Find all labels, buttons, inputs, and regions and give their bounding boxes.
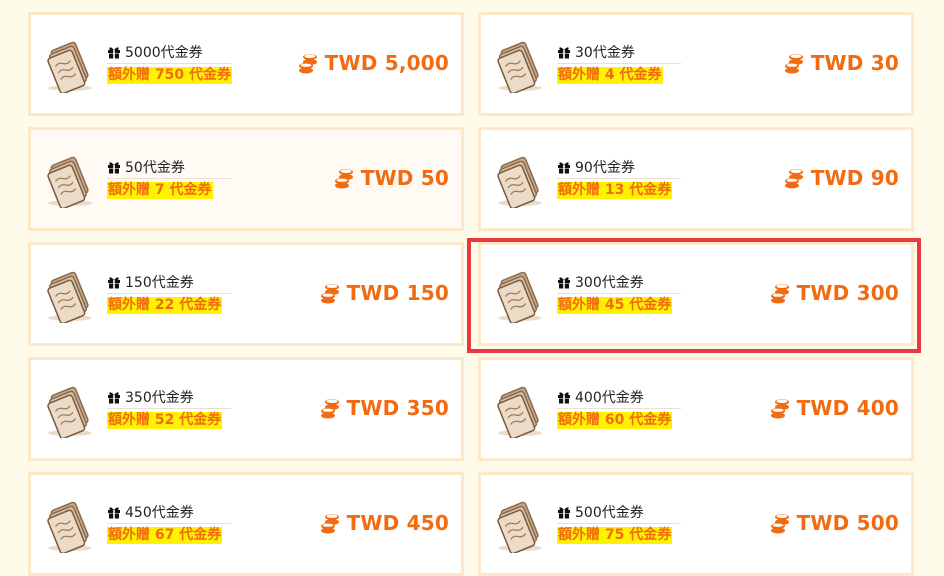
voucher-card-50[interactable]: 50代金券 額外贈 7 代金券 TWD 50	[28, 127, 464, 231]
ticket-icon	[497, 386, 542, 438]
voucher-bonus: 額外贈 75 代金券	[557, 527, 673, 544]
gift-icon	[108, 392, 120, 404]
voucher-card-500[interactable]: 500代金券 額外贈 75 代金券 TWD 500	[478, 472, 914, 576]
gift-icon	[108, 277, 120, 289]
voucher-price: TWD 30	[810, 51, 899, 75]
coins-icon	[784, 169, 803, 189]
coins-icon	[770, 399, 789, 419]
voucher-card-300-selected[interactable]: 300代金券 額外贈 45 代金券 TWD 300	[478, 242, 914, 346]
gift-icon	[558, 277, 570, 289]
voucher-bonus: 額外贈 52 代金券	[107, 412, 223, 429]
voucher-name: 50代金券	[125, 160, 185, 176]
gift-icon	[558, 507, 570, 519]
voucher-bonus: 額外贈 67 代金券	[107, 527, 223, 544]
voucher-price: TWD 500	[796, 511, 899, 535]
gift-icon	[108, 162, 120, 174]
gift-icon	[558, 47, 570, 59]
voucher-card-5000[interactable]: 5000代金券 額外贈 750 代金券 TWD 5,000	[28, 12, 464, 116]
voucher-card-30[interactable]: 30代金券 額外贈 4 代金券 TWD 30	[478, 12, 914, 116]
voucher-price: TWD 350	[346, 396, 449, 420]
gift-icon	[108, 507, 120, 519]
coins-icon	[320, 514, 339, 534]
voucher-bonus: 額外贈 750 代金券	[107, 67, 232, 84]
voucher-price: TWD 50	[360, 166, 449, 190]
coins-icon	[770, 514, 789, 534]
coins-icon	[320, 399, 339, 419]
voucher-name: 500代金券	[575, 505, 644, 521]
voucher-bonus: 額外贈 13 代金券	[557, 182, 673, 199]
voucher-card-150[interactable]: 150代金券 額外贈 22 代金券 TWD 150	[28, 242, 464, 346]
voucher-name: 300代金券	[575, 275, 644, 291]
voucher-name: 450代金券	[125, 505, 194, 521]
voucher-bonus: 額外贈 22 代金券	[107, 297, 223, 314]
voucher-card-450[interactable]: 450代金券 額外贈 67 代金券 TWD 450	[28, 472, 464, 576]
coins-icon	[320, 284, 339, 304]
ticket-icon	[497, 41, 542, 93]
gift-icon	[558, 162, 570, 174]
voucher-grid: 5000代金券 額外贈 750 代金券 TWD 5,000 30代金券 額外贈 …	[28, 12, 914, 576]
ticket-icon	[497, 501, 542, 553]
coins-icon	[334, 169, 353, 189]
voucher-name: 150代金券	[125, 275, 194, 291]
voucher-card-350[interactable]: 350代金券 額外贈 52 代金券 TWD 350	[28, 357, 464, 461]
voucher-bonus: 額外贈 45 代金券	[557, 297, 673, 314]
voucher-bonus: 額外贈 60 代金券	[557, 412, 673, 429]
ticket-icon	[47, 156, 92, 208]
voucher-price: TWD 90	[810, 166, 899, 190]
coins-icon	[770, 284, 789, 304]
voucher-name: 5000代金券	[125, 45, 203, 61]
voucher-name: 30代金券	[575, 45, 635, 61]
voucher-card-400[interactable]: 400代金券 額外贈 60 代金券 TWD 400	[478, 357, 914, 461]
voucher-bonus: 額外贈 7 代金券	[107, 182, 213, 199]
gift-icon	[108, 47, 120, 59]
gift-icon	[558, 392, 570, 404]
coins-icon	[298, 54, 317, 74]
voucher-price: TWD 150	[346, 281, 449, 305]
voucher-price: TWD 400	[796, 396, 899, 420]
coins-icon	[784, 54, 803, 74]
ticket-icon	[47, 386, 92, 438]
voucher-price: TWD 5,000	[324, 51, 449, 75]
voucher-price: TWD 450	[346, 511, 449, 535]
ticket-icon	[497, 271, 542, 323]
ticket-icon	[47, 271, 92, 323]
ticket-icon	[497, 156, 542, 208]
ticket-icon	[47, 41, 92, 93]
ticket-icon	[47, 501, 92, 553]
voucher-card-90[interactable]: 90代金券 額外贈 13 代金券 TWD 90	[478, 127, 914, 231]
voucher-name: 400代金券	[575, 390, 644, 406]
voucher-name: 350代金券	[125, 390, 194, 406]
voucher-price: TWD 300	[796, 281, 899, 305]
voucher-name: 90代金券	[575, 160, 635, 176]
voucher-bonus: 額外贈 4 代金券	[557, 67, 663, 84]
